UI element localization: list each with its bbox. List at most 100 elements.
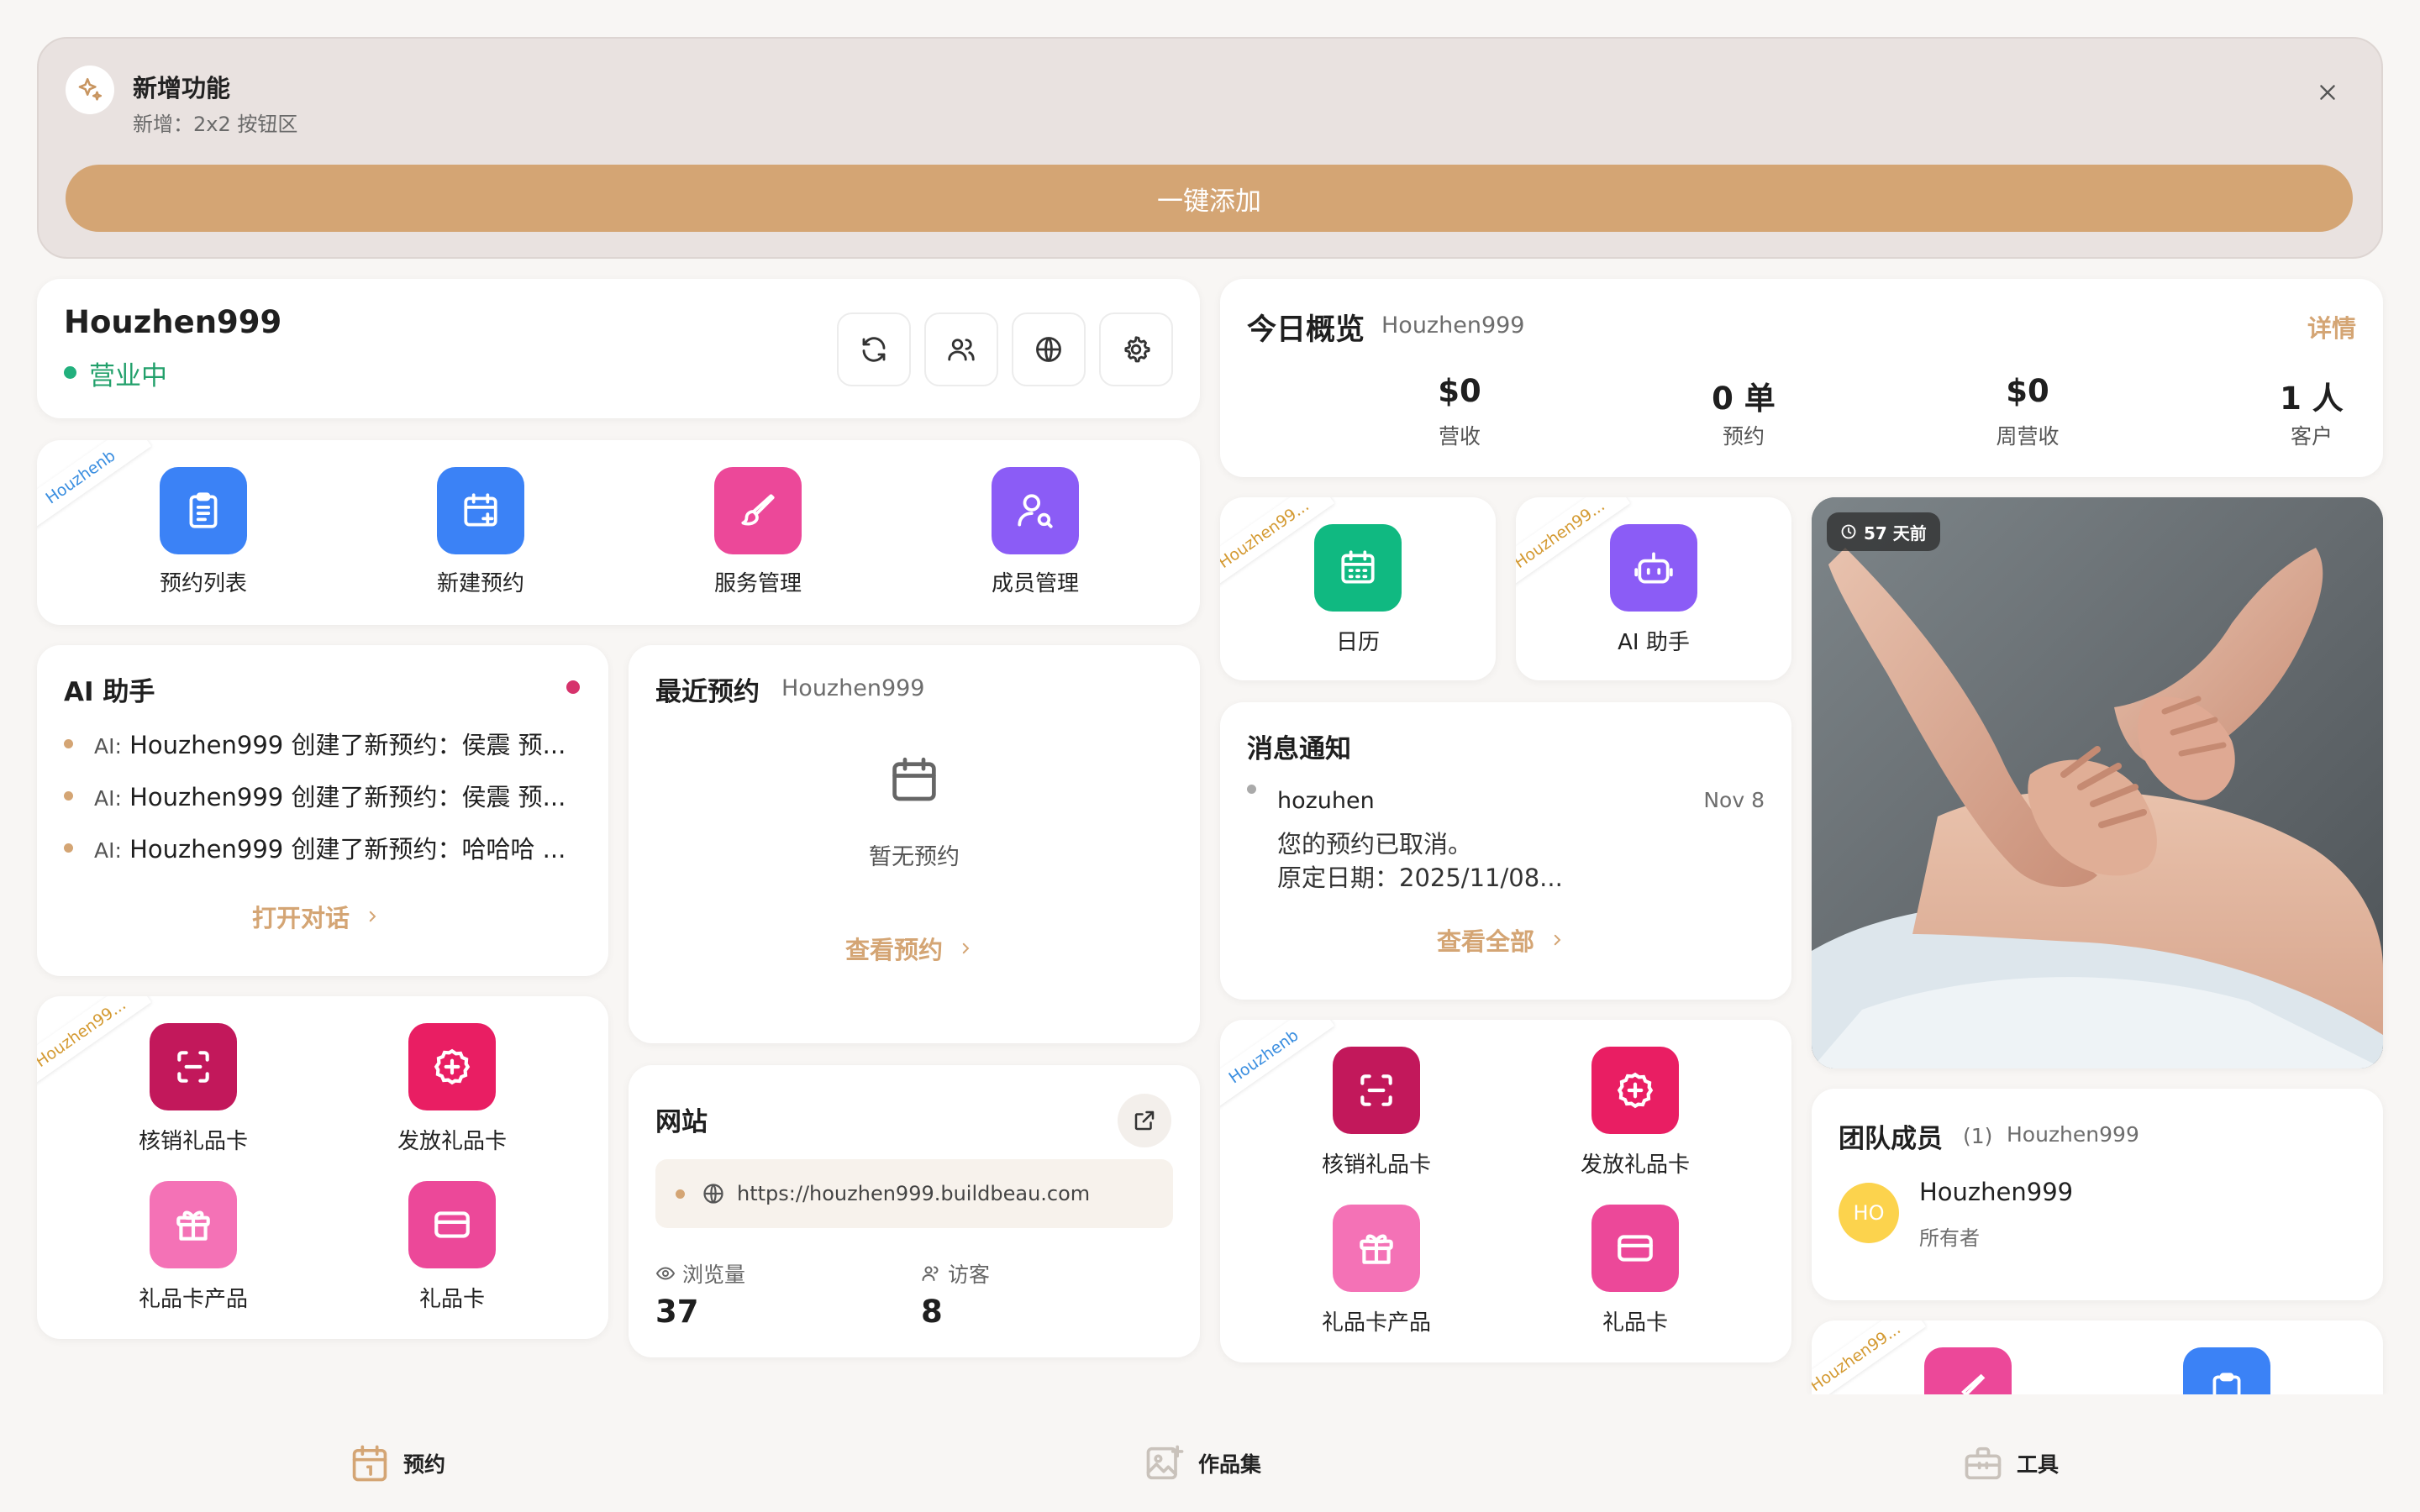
gift-cards-button[interactable] — [1591, 1205, 1679, 1292]
sparkles-icon — [66, 66, 114, 114]
chevron-right-icon — [962, 942, 970, 954]
gift-card-products-label: 礼品卡产品 — [138, 1287, 248, 1312]
new-appointment-button[interactable] — [437, 467, 524, 554]
user-search-icon — [1018, 494, 1053, 528]
portfolio-photo-card[interactable]: 57 天前 — [1812, 497, 2383, 1068]
settings-button[interactable] — [1099, 312, 1173, 386]
watermark-ribbon: Houzhenb — [1220, 1020, 1335, 1113]
one-click-add-button[interactable]: 一键添加 — [66, 165, 2353, 232]
website-title: 网站 — [655, 1107, 708, 1137]
nav-appointments-label: 预约 — [403, 1452, 446, 1477]
watermark-ribbon: Houzhenb — [37, 440, 152, 533]
banner-subtitle: 新增：2x2 按钮区 — [133, 113, 298, 136]
calendar-tile-card[interactable]: Houzhen99... 日历 — [1220, 497, 1496, 680]
calendar-plus-icon — [464, 493, 497, 527]
views-label-row: 浏览量 — [655, 1258, 745, 1289]
business-header-card: Houzhen999 营业中 — [37, 279, 1200, 418]
status-dot — [64, 366, 76, 379]
ai-message-2[interactable]: AI: Houzhen999 创建了新预约：侯震 预... — [94, 778, 566, 813]
ai-card-title: AI 助手 — [64, 677, 155, 707]
ai-assistant-card: AI 助手 AI: Houzhen999 创建了新预约：侯震 预... AI: … — [37, 645, 608, 976]
appointment-list-button[interactable] — [160, 467, 247, 554]
watermark-ribbon: Houzhen99... — [1812, 1320, 1927, 1394]
nav-tools[interactable]: 工具 — [1961, 1441, 2059, 1485]
ai-message-text: Houzhen999 创建了新预约：侯震 预... — [129, 731, 566, 759]
ai-message-3[interactable]: AI: Houzhen999 创建了新预约：哈哈哈 ... — [94, 830, 566, 865]
massage-photo — [1812, 497, 2383, 1068]
service-management-label: 服务管理 — [713, 571, 802, 596]
recent-appointments-card: 最近预约 Houzhen999 暂无预约 查看预约 — [629, 645, 1200, 1043]
eye-icon — [655, 1267, 676, 1280]
message-line-1: 您的预约已取消。 — [1277, 830, 1473, 858]
image-plus-icon — [1146, 1445, 1184, 1480]
partial-actions-card: Houzhen99... — [1812, 1320, 2383, 1394]
calendar-button[interactable] — [1314, 524, 1402, 612]
view-all-label: 查看全部 — [1437, 927, 1535, 956]
website-card: 网站 https://houzhen999.buildbeau.com 浏览量 … — [629, 1065, 1200, 1357]
new-appointment-label: 新建预约 — [436, 571, 524, 596]
plus-badge-icon — [1617, 1072, 1654, 1109]
overview-details-link[interactable]: 详情 — [2307, 309, 2356, 344]
avatar[interactable]: HO — [1839, 1183, 1899, 1243]
gift-cards-button[interactable] — [408, 1181, 496, 1268]
stat-revenue-label: 营收 — [1438, 424, 1481, 449]
photo-age-badge: 57 天前 — [1827, 512, 1940, 551]
service-management-button[interactable] — [1924, 1347, 2012, 1394]
redeem-gift-card-button[interactable] — [150, 1023, 237, 1110]
views-label: 浏览量 — [682, 1263, 746, 1287]
issue-gift-card-button[interactable] — [408, 1023, 496, 1110]
recent-business: Houzhen999 — [781, 675, 925, 701]
open-website-button[interactable] — [1118, 1094, 1171, 1147]
recent-title: 最近预约 — [655, 677, 760, 707]
new-feature-banner: 新增功能 新增：2x2 按钮区 一键添加 — [37, 37, 2383, 259]
gift-card-products-button[interactable] — [1333, 1205, 1420, 1292]
messages-title: 消息通知 — [1247, 734, 1351, 764]
ai-message-text: Houzhen999 创建了新预约：哈哈哈 ... — [129, 835, 566, 864]
business-name: Houzhen999 — [64, 304, 282, 340]
team-members-card: 团队成员 (1) Houzhen999 HO Houzhen999 所有者 — [1812, 1089, 2383, 1300]
plus-badge-icon — [434, 1048, 471, 1085]
ai-assistant-tile-card[interactable]: Houzhen99... AI 助手 — [1516, 497, 1791, 680]
watermark-ribbon: Houzhen99... — [37, 996, 152, 1089]
url-status-dot — [676, 1189, 685, 1199]
redeem-gift-card-label: 核销礼品卡 — [1321, 1152, 1431, 1178]
issue-gift-card-button[interactable] — [1591, 1047, 1679, 1134]
member-management-label: 成员管理 — [991, 571, 1079, 596]
ai-prefix: AI: — [94, 838, 122, 863]
website-button[interactable] — [1012, 312, 1086, 386]
gift-card-products-button[interactable] — [150, 1181, 237, 1268]
service-management-button[interactable] — [714, 467, 802, 554]
chevron-right-icon — [369, 911, 376, 922]
gift-cards-label: 礼品卡 — [1602, 1310, 1668, 1336]
members-button[interactable] — [924, 312, 998, 386]
unread-dot — [566, 680, 580, 694]
message-line-2: 原定日期：2025/11/08... — [1277, 864, 1563, 892]
close-icon[interactable] — [2311, 76, 2344, 109]
member-name[interactable]: Houzhen999 — [1919, 1178, 2073, 1206]
quick-actions-card: Houzhenb 预约列表 新建预约 服务管理 成员管理 — [37, 440, 1200, 625]
card-icon — [434, 1211, 470, 1238]
view-appointments-link[interactable]: 查看预约 — [845, 931, 973, 966]
refresh-button[interactable] — [837, 312, 911, 386]
brush-icon — [1961, 1373, 1986, 1394]
chevron-right-icon — [1554, 934, 1561, 946]
view-all-messages-link[interactable]: 查看全部 — [1437, 922, 1565, 958]
appointment-list-button[interactable] — [2183, 1347, 2270, 1394]
open-chat-link[interactable]: 打开对话 — [252, 899, 380, 934]
website-url-box[interactable]: https://houzhen999.buildbeau.com — [655, 1159, 1173, 1228]
redeem-gift-card-button[interactable] — [1333, 1047, 1420, 1134]
gift-card-products-label: 礼品卡产品 — [1321, 1310, 1431, 1336]
clipboard-list-icon — [2212, 1373, 2241, 1394]
nav-appointments[interactable]: 预约 — [348, 1441, 445, 1485]
member-role: 所有者 — [1919, 1226, 1980, 1250]
member-management-button[interactable] — [992, 467, 1079, 554]
ai-assistant-button[interactable] — [1610, 524, 1697, 612]
ai-message-1[interactable]: AI: Houzhen999 创建了新预约：侯震 预... — [94, 726, 566, 761]
scan-icon — [1360, 1074, 1392, 1106]
gift-card-tiles-right: Houzhenb 核销礼品卡 发放礼品卡 礼品卡产品 礼品卡 — [1220, 1020, 1791, 1362]
nav-portfolio[interactable]: 作品集 — [1143, 1441, 1261, 1485]
website-url: https://houzhen999.buildbeau.com — [737, 1182, 1091, 1205]
robot-icon — [1634, 552, 1673, 584]
gift-icon — [1360, 1234, 1393, 1264]
open-chat-label: 打开对话 — [252, 904, 350, 932]
